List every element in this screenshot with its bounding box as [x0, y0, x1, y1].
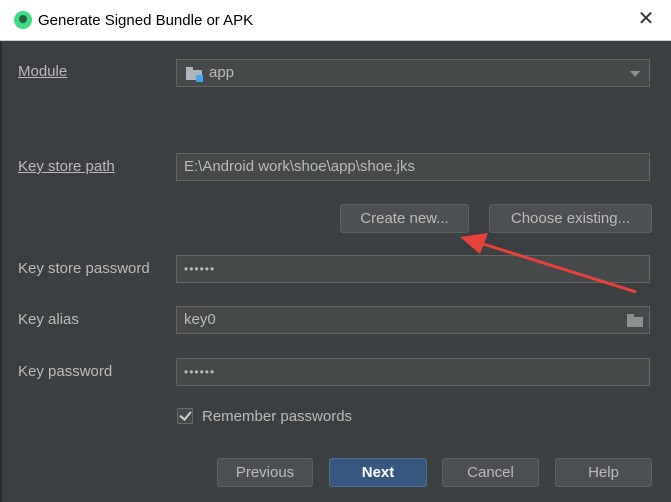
remember-passwords-checkbox[interactable]	[177, 408, 193, 424]
android-studio-icon	[14, 11, 32, 29]
module-combobox[interactable]: app	[176, 59, 650, 87]
close-button[interactable]: ✕	[634, 7, 658, 31]
module-value: app	[209, 64, 235, 81]
choose-existing-button[interactable]: Choose existing...	[489, 204, 652, 233]
module-badge-icon	[196, 75, 203, 82]
remember-passwords-label[interactable]: Remember passwords	[202, 408, 352, 425]
folder-icon[interactable]	[627, 314, 643, 327]
chevron-down-icon[interactable]	[630, 71, 640, 77]
window-title: Generate Signed Bundle or APK	[38, 12, 254, 29]
annotation-arrow-head	[460, 233, 488, 254]
key-store-path-label-text: Key store path	[18, 158, 115, 175]
key-alias-value: key0	[184, 311, 216, 328]
key-password-label: Key password	[18, 363, 113, 380]
key-password-field[interactable]: ••••••	[176, 358, 650, 386]
key-store-path-field[interactable]: E:\Android work\shoe\app\shoe.jks	[176, 153, 650, 181]
create-new-button[interactable]: Create new...	[340, 204, 469, 233]
key-store-password-field[interactable]: ••••••	[176, 255, 650, 283]
module-label-text: Module	[18, 63, 68, 80]
module-label: Module	[18, 63, 67, 80]
key-store-password-label: Key store password	[18, 260, 150, 277]
key-store-path-label: Key store path	[18, 158, 115, 175]
cancel-button[interactable]: Cancel	[442, 458, 539, 487]
key-alias-field[interactable]: key0	[176, 306, 650, 334]
key-alias-label: Key alias	[18, 311, 79, 328]
help-button[interactable]: Help	[555, 458, 652, 487]
previous-button[interactable]: Previous	[217, 458, 313, 487]
title-bar: Generate Signed Bundle or APK ✕	[0, 0, 671, 41]
left-window-edge	[0, 40, 2, 502]
next-button[interactable]: Next	[329, 458, 427, 487]
